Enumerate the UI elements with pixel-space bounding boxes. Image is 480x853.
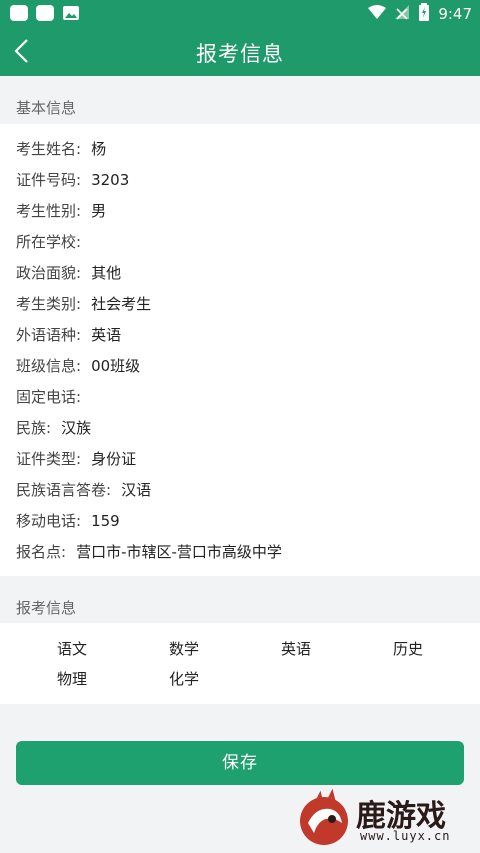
subject-physics: 物理 — [56, 670, 87, 688]
wifi-icon — [368, 4, 387, 24]
exam-subjects-panel: 语文 数学 英语 历史 物理 化学 — [0, 623, 480, 704]
field-gender: 考生性别: 男 — [16, 202, 107, 220]
save-button[interactable]: 保存 — [16, 741, 464, 785]
notification-icon — [36, 5, 54, 21]
field-answer-language: 民族语言答卷: 汉语 — [16, 481, 152, 499]
battery-icon — [418, 3, 430, 25]
field-candidate-type: 考生类别: 社会考生 — [16, 295, 152, 313]
field-id-type: 证件类型: 身份证 — [16, 450, 137, 468]
deer-logo-icon — [294, 788, 354, 849]
signal-icon — [394, 4, 410, 24]
field-landline: 固定电话: — [16, 388, 82, 406]
subject-chinese: 语文 — [56, 640, 87, 658]
subject-chemistry: 化学 — [168, 670, 199, 688]
field-foreign-language: 外语语种: 英语 — [16, 326, 122, 344]
clock-text: 9:47 — [438, 5, 472, 23]
image-icon — [62, 5, 80, 21]
subject-english: 英语 — [280, 640, 311, 658]
field-registration-site: 报名点: 营口市-市辖区-营口市高级中学 — [16, 543, 282, 561]
field-ethnicity: 民族: 汉族 — [16, 419, 92, 437]
notification-icon — [10, 5, 28, 21]
app-bar: 报考信息 — [0, 26, 480, 76]
field-political-status: 政治面貌: 其他 — [16, 264, 122, 282]
field-name: 考生姓名: 杨 — [16, 140, 107, 158]
field-mobile: 移动电话: 159 — [16, 512, 120, 530]
page-title: 报考信息 — [196, 42, 284, 66]
watermark-url: www.luyx.cn — [360, 829, 451, 843]
basic-info-panel: 考生姓名: 杨 证件号码: 3203 考生性别: 男 所在学校: 政治面貌: 其他 考生… — [0, 124, 480, 576]
field-school: 所在学校: — [16, 233, 82, 251]
watermark: 鹿游戏 www.luyx.cn — [294, 788, 474, 849]
field-class: 班级信息: 00班级 — [16, 357, 141, 375]
field-id-number: 证件号码: 3203 — [16, 171, 130, 189]
subject-history: 历史 — [392, 640, 423, 658]
subject-math: 数学 — [168, 640, 199, 658]
status-bar: 9:47 — [0, 0, 480, 26]
